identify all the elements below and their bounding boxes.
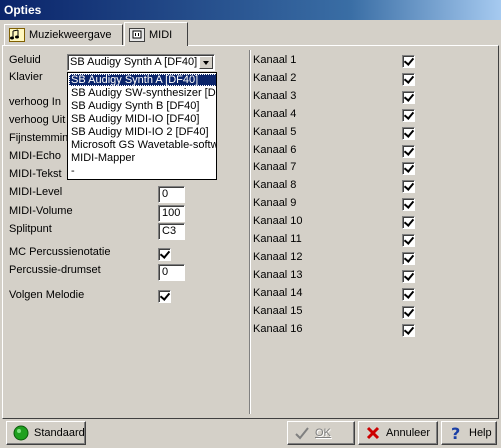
midi-level-field[interactable]: 0	[158, 186, 185, 203]
channel-label: Kanaal 8	[253, 179, 297, 192]
channel-checkbox[interactable]	[402, 198, 415, 212]
green-circle-icon	[13, 425, 29, 441]
channel-checkbox[interactable]	[402, 72, 415, 86]
channel-label: Kanaal 1	[253, 54, 297, 66]
geluid-dropdown-list: SB Audigy Synth A [DF40] SB Audigy SW-sy…	[67, 72, 217, 180]
channel-checkbox[interactable]	[402, 305, 415, 319]
channel-checkbox[interactable]	[402, 108, 415, 122]
ok-label: OK	[315, 427, 331, 439]
channel-label: Kanaal 7	[253, 161, 297, 174]
dropdown-option[interactable]: Microsoft GS Wavetable-softwa	[69, 139, 216, 151]
channel-label: Kanaal 12	[253, 250, 303, 263]
verhoog-in-label: verhoog In	[9, 96, 61, 108]
splitpunt-label: Splitpunt	[9, 223, 52, 235]
channel-label: Kanaal 14	[253, 286, 303, 299]
chevron-down-icon[interactable]	[199, 56, 213, 69]
channel-label: Kanaal 3	[253, 89, 297, 102]
mc-percussienotatie-label: MC Percussienotatie	[9, 246, 111, 258]
tab-midi[interactable]: MIDI	[124, 22, 188, 46]
channel-checkbox[interactable]	[402, 90, 415, 104]
tab-label: Muziekweergave	[29, 29, 112, 41]
music-notes-icon	[9, 28, 25, 42]
mc-percussienotatie-checkbox[interactable]	[158, 248, 171, 261]
geluid-value: SB Audigy Synth A [DF40]	[70, 56, 198, 68]
dropdown-option[interactable]: SB Audigy SW-synthesizer [DF	[69, 87, 216, 99]
annuleer-label: Annuleer	[386, 427, 431, 439]
vertical-divider	[249, 50, 251, 414]
annuleer-button[interactable]: Annuleer	[358, 421, 438, 445]
question-mark-icon: ?	[448, 424, 464, 443]
channel-label: Kanaal 2	[253, 71, 297, 84]
midi-volume-label: MIDI-Volume	[9, 205, 73, 217]
midi-connector-icon	[129, 27, 145, 42]
channel-checkbox[interactable]	[402, 251, 415, 265]
midi-tekst-label: MIDI-Tekst	[9, 168, 62, 180]
channel-checkbox[interactable]	[402, 323, 415, 337]
channel-checkbox[interactable]	[402, 55, 415, 68]
checkmark-icon	[294, 425, 310, 441]
fijnstemming-label: Fijnstemming	[9, 132, 75, 144]
window-title: Opties	[4, 3, 42, 17]
channel-checkbox[interactable]	[402, 180, 415, 194]
tab-muziekweergave[interactable]: Muziekweergave	[4, 24, 123, 45]
percussie-drumset-label: Percussie-drumset	[9, 264, 101, 276]
percussie-drumset-field[interactable]: 0	[158, 264, 185, 281]
dropdown-option[interactable]: -	[69, 165, 216, 177]
verhoog-uit-label: verhoog Uit	[9, 114, 66, 126]
ok-button[interactable]: OK	[287, 421, 355, 445]
dropdown-option[interactable]: SB Audigy Synth A [DF40]	[69, 74, 216, 86]
red-x-icon	[365, 425, 381, 441]
svg-text:?: ?	[451, 425, 460, 441]
tab-label: MIDI	[149, 28, 173, 41]
geluid-select[interactable]: SB Audigy Synth A [DF40]	[67, 54, 215, 71]
help-label: Help	[469, 427, 492, 439]
channel-label: Kanaal 10	[253, 215, 303, 228]
channel-label: Kanaal 11	[253, 233, 302, 245]
channel-label: Kanaal 16	[253, 322, 303, 335]
channel-label: Kanaal 4	[253, 107, 297, 120]
channel-label: Kanaal 9	[253, 197, 297, 210]
options-dialog: Opties Muziekweergave MIDI Geluid SB Aud…	[0, 0, 501, 448]
splitpunt-field[interactable]: C3	[158, 223, 185, 240]
standaard-button[interactable]: Standaard	[6, 421, 86, 445]
klavier-label: Klavier	[9, 71, 43, 83]
help-button[interactable]: ? Help	[441, 421, 497, 445]
channel-checkbox[interactable]	[402, 162, 415, 176]
volgen-melodie-label: Volgen Melodie	[9, 289, 85, 301]
midi-echo-label: MIDI-Echo	[9, 150, 61, 162]
channel-label: Kanaal 5	[253, 125, 297, 138]
dropdown-option[interactable]: SB Audigy Synth B [DF40]	[69, 100, 216, 112]
midi-level-label: MIDI-Level	[9, 186, 63, 198]
channel-checkbox[interactable]	[402, 126, 415, 140]
dropdown-option[interactable]: SB Audigy MIDI-IO [DF40]	[69, 113, 216, 125]
channel-checkbox[interactable]	[402, 287, 415, 301]
dropdown-option[interactable]: SB Audigy MIDI-IO 2 [DF40]	[69, 126, 216, 138]
title-bar: Opties	[0, 0, 501, 20]
channel-label: Kanaal 15	[253, 304, 303, 317]
channel-label: Kanaal 13	[253, 268, 303, 281]
standaard-label: Standaard	[34, 427, 85, 439]
channel-checkbox[interactable]	[402, 234, 415, 247]
midi-volume-field[interactable]: 100	[158, 205, 185, 222]
dropdown-option[interactable]: MIDI-Mapper	[69, 152, 216, 164]
channel-checkbox[interactable]	[402, 269, 415, 283]
channel-checkbox[interactable]	[402, 144, 415, 158]
volgen-melodie-checkbox[interactable]	[158, 290, 171, 303]
channel-label: Kanaal 6	[253, 143, 297, 156]
geluid-label: Geluid	[9, 54, 41, 66]
channel-checkbox[interactable]	[402, 216, 415, 230]
